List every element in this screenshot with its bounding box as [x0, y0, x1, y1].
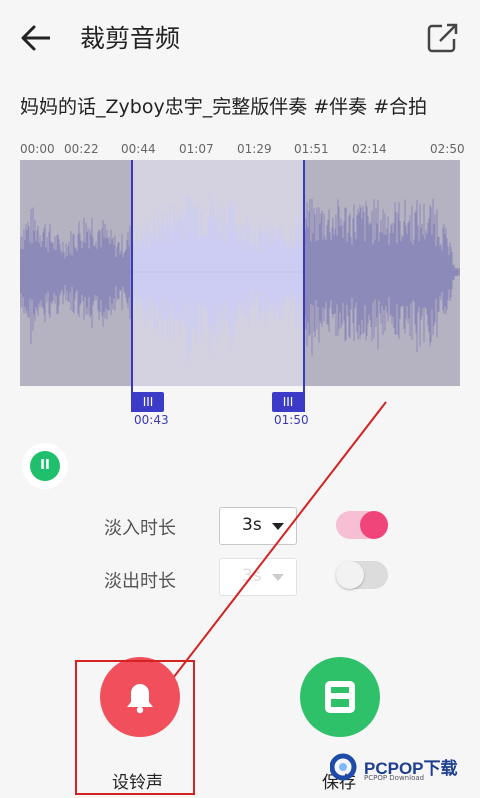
save-icon [325, 681, 355, 713]
annotation-highlight-box [75, 660, 195, 795]
save-button[interactable] [300, 657, 380, 737]
watermark-logo-icon [330, 753, 357, 781]
annotation-arrow [160, 401, 387, 695]
watermark-sub: PCPOP Download [364, 774, 425, 782]
